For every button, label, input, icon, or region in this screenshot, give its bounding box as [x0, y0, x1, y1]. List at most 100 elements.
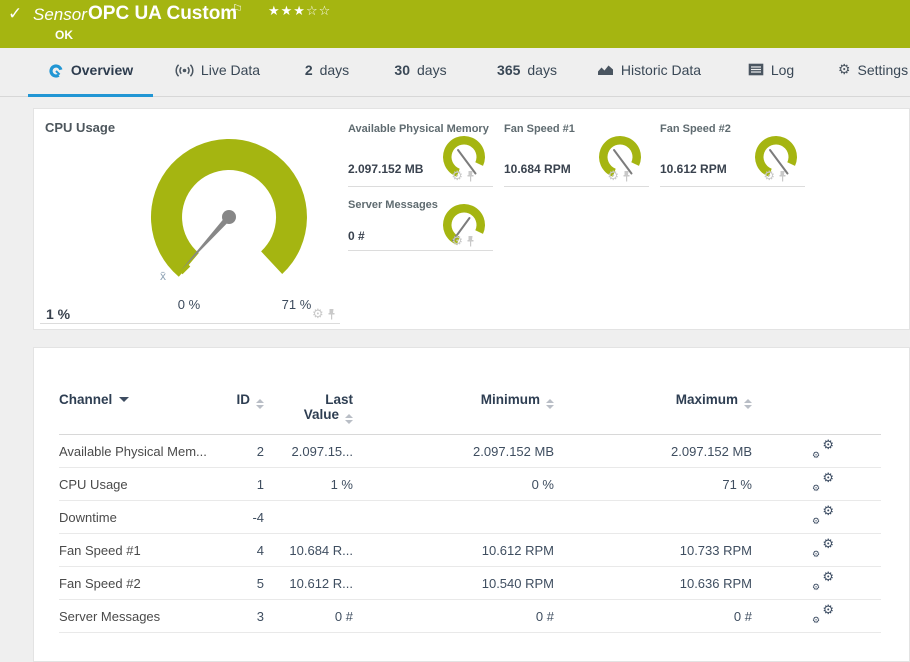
mini-gauge-title: Fan Speed #2	[660, 123, 731, 135]
column-header-maximum[interactable]: Maximum	[554, 378, 752, 435]
column-header-channel[interactable]: Channel	[59, 378, 231, 435]
channel-name[interactable]: Available Physical Mem...	[59, 434, 231, 468]
tab-number: 365	[497, 62, 521, 78]
sort-icon	[256, 399, 264, 409]
mini-gauge-fan-speed-2: Fan Speed #2 10.612 RPM ⚙	[660, 117, 805, 187]
gear-icon[interactable]: ⚙	[763, 170, 775, 183]
channel-settings-icon[interactable]: ⚙ ⚙	[812, 471, 834, 494]
mini-gauge-title: Server Messages	[348, 199, 438, 211]
pin-icon[interactable]	[466, 235, 475, 248]
tab-historic-data[interactable]: Historic Data	[594, 62, 704, 97]
channel-minimum: 0 %	[353, 467, 554, 501]
table-row[interactable]: Fan Speed #1 4 10.684 R... 10.612 RPM 10…	[59, 533, 881, 567]
tab-label: Overview	[70, 62, 134, 78]
status-badge: OK	[55, 28, 73, 42]
mini-gauge-title: Fan Speed #1	[504, 123, 575, 135]
tab-number: 2	[304, 62, 313, 78]
gear-icon: ⚙	[837, 62, 851, 78]
gear-icon[interactable]: ⚙	[451, 170, 463, 183]
channel-last-value: 10.684 R...	[264, 533, 353, 567]
tab-settings[interactable]: ⚙ Settings	[834, 62, 910, 97]
table-header-row: Channel ID Last Value Minimum Maximum	[59, 378, 881, 435]
sort-icon	[744, 399, 752, 409]
average-marker: x̄	[160, 269, 166, 283]
column-header-last-value[interactable]: Last Value	[264, 378, 353, 435]
column-header-id[interactable]: ID	[231, 378, 264, 435]
tab-label: Log	[770, 62, 795, 78]
channel-settings-icon[interactable]: ⚙ ⚙	[812, 438, 834, 461]
table-row[interactable]: Downtime -4 ⚙ ⚙	[59, 500, 881, 534]
mini-gauge-value: 2.097.152 MB	[348, 162, 424, 176]
flag-icon[interactable]: ⚐	[232, 2, 243, 16]
pin-icon[interactable]	[466, 170, 475, 183]
channel-id: -4	[231, 500, 264, 534]
broadcast-icon	[175, 64, 194, 77]
stars-empty: ☆☆	[305, 4, 332, 19]
area-chart-icon	[597, 65, 613, 75]
tab-log[interactable]: Log	[740, 62, 802, 97]
sort-icon	[546, 399, 554, 409]
tab-bar: Overview Live Data 2 days 30 days 365 da…	[0, 48, 910, 97]
tab-label: days	[417, 62, 447, 78]
tab-overview[interactable]: Overview	[28, 62, 153, 97]
pin-icon[interactable]	[622, 170, 631, 183]
channel-name[interactable]: Downtime	[59, 500, 231, 534]
gear-icon[interactable]: ⚙	[312, 308, 324, 321]
channel-maximum: 0 #	[554, 599, 752, 633]
priority-stars[interactable]: ★★★☆☆	[268, 4, 331, 19]
mini-gauge-value: 10.684 RPM	[504, 162, 571, 176]
channel-last-value: 1 %	[264, 467, 353, 501]
cpu-current-value: 1 %	[46, 306, 71, 322]
channel-settings-icon[interactable]: ⚙ ⚙	[812, 603, 834, 626]
channel-id: 1	[231, 467, 264, 501]
sensor-type-label: Sensor	[33, 5, 87, 24]
tab-365-days[interactable]: 365 days	[486, 62, 568, 97]
channel-last-value: 0 #	[264, 599, 353, 633]
channel-settings-icon[interactable]: ⚙ ⚙	[812, 537, 834, 560]
cpu-gauge-title: CPU Usage	[45, 120, 116, 135]
table-row[interactable]: CPU Usage 1 1 % 0 % 71 % ⚙ ⚙	[59, 467, 881, 501]
channel-name[interactable]: Fan Speed #1	[59, 533, 231, 567]
channel-id: 4	[231, 533, 264, 567]
channel-settings-icon[interactable]: ⚙ ⚙	[812, 570, 834, 593]
channel-minimum: 2.097.152 MB	[353, 434, 554, 468]
channel-minimum: 10.612 RPM	[353, 533, 554, 567]
pin-icon[interactable]	[327, 308, 336, 321]
mini-gauge-value: 0 #	[348, 229, 365, 243]
channel-name[interactable]: CPU Usage	[59, 467, 231, 501]
cpu-gauge	[150, 138, 307, 277]
channel-minimum: 0 #	[353, 599, 554, 633]
mini-gauge-available-memory: Available Physical Memory 2.097.152 MB ⚙	[348, 117, 493, 187]
table-row[interactable]: Available Physical Mem... 2 2.097.15... …	[59, 434, 881, 468]
channel-id: 5	[231, 566, 264, 600]
stars-filled: ★★★	[268, 4, 306, 19]
gauges-panel: CPU Usage x̄ 0 % 71 % 1 % ⚙ Available Ph…	[33, 108, 910, 330]
column-header-minimum[interactable]: Minimum	[353, 378, 554, 435]
mini-gauge-server-messages: Server Messages 0 # ⚙	[348, 193, 493, 251]
channel-settings-icon[interactable]: ⚙ ⚙	[812, 504, 834, 527]
table-row[interactable]: Fan Speed #2 5 10.612 R... 10.540 RPM 10…	[59, 566, 881, 600]
channel-maximum: 71 %	[554, 467, 752, 501]
tab-30-days[interactable]: 30 days	[383, 62, 458, 97]
tab-live-data[interactable]: Live Data	[165, 62, 270, 97]
channel-minimum: 10.540 RPM	[353, 566, 554, 600]
channel-last-value: 2.097.15...	[264, 434, 353, 468]
channel-name[interactable]: Fan Speed #2	[59, 566, 231, 600]
cpu-gauge-min-label: 0 %	[177, 297, 201, 312]
sensor-title: OPC UA Custom	[88, 3, 238, 24]
channel-maximum: 10.733 RPM	[554, 533, 752, 567]
tab-label: Historic Data	[620, 62, 702, 78]
table-row[interactable]: Server Messages 3 0 # 0 # 0 # ⚙ ⚙	[59, 599, 881, 633]
gear-icon[interactable]: ⚙	[607, 170, 619, 183]
channels-table: Channel ID Last Value Minimum Maximum Ava…	[59, 378, 881, 633]
gear-icon[interactable]: ⚙	[451, 235, 463, 248]
channel-maximum	[554, 500, 752, 534]
pin-icon[interactable]	[778, 170, 787, 183]
mini-gauge-fan-speed-1: Fan Speed #1 10.684 RPM ⚙	[504, 117, 649, 187]
channel-name[interactable]: Server Messages	[59, 599, 231, 633]
gauge-icon	[49, 64, 63, 78]
mini-gauge-value: 10.612 RPM	[660, 162, 727, 176]
tab-label: Settings	[857, 62, 909, 78]
channel-maximum: 2.097.152 MB	[554, 434, 752, 468]
tab-2-days[interactable]: 2 days	[292, 62, 362, 97]
